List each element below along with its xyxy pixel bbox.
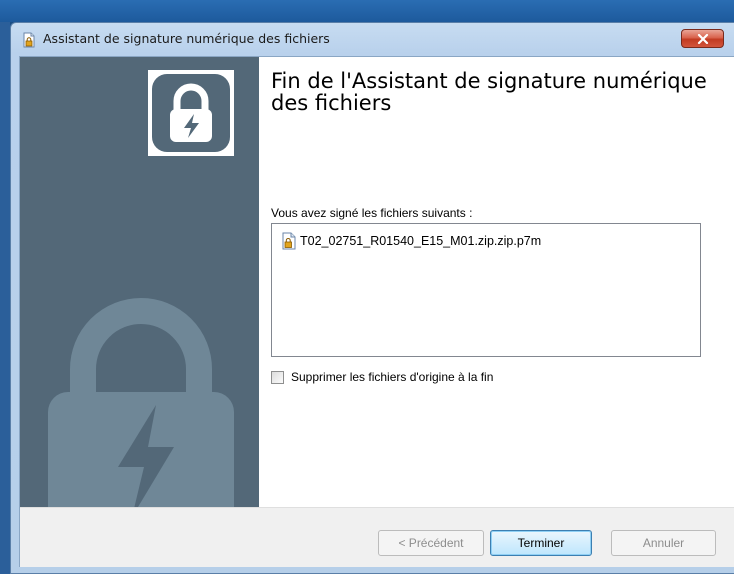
previous-button[interactable]: < Précédent bbox=[378, 530, 484, 556]
desktop-background bbox=[0, 0, 734, 22]
finish-button[interactable]: Terminer bbox=[490, 530, 592, 556]
file-name: T02_02751_R01540_E15_M01.zip.zip.p7m bbox=[300, 234, 542, 248]
window-title: Assistant de signature numérique des fic… bbox=[43, 31, 330, 46]
wizard-banner bbox=[20, 57, 259, 507]
footer-separator bbox=[20, 507, 734, 508]
cancel-button[interactable]: Annuler bbox=[611, 530, 716, 556]
files-label: Vous avez signé les fichiers suivants : bbox=[271, 206, 473, 220]
lock-lightning-icon bbox=[152, 74, 230, 152]
wizard-client-area: Fin de l'Assistant de signature numériqu… bbox=[19, 56, 734, 567]
wizard-window: Assistant de signature numérique des fic… bbox=[10, 22, 734, 574]
close-icon bbox=[697, 33, 708, 44]
delete-originals-checkbox[interactable] bbox=[271, 370, 284, 384]
list-item[interactable]: T02_02751_R01540_E15_M01.zip.zip.p7m bbox=[280, 232, 541, 250]
title-bar[interactable]: Assistant de signature numérique des fic… bbox=[11, 23, 734, 56]
delete-originals-option[interactable]: Supprimer les fichiers d'origine à la fi… bbox=[271, 369, 493, 385]
banner-logo bbox=[148, 70, 234, 156]
signed-document-icon bbox=[23, 32, 35, 48]
desktop-edge bbox=[0, 22, 10, 574]
delete-originals-label[interactable]: Supprimer les fichiers d'origine à la fi… bbox=[291, 370, 493, 384]
signed-file-icon bbox=[282, 232, 296, 250]
banner-lock-watermark bbox=[48, 298, 234, 507]
wizard-content: Fin de l'Assistant de signature numériqu… bbox=[259, 57, 734, 507]
signed-files-list[interactable]: T02_02751_R01540_E15_M01.zip.zip.p7m bbox=[271, 223, 701, 357]
page-title: Fin de l'Assistant de signature numériqu… bbox=[271, 69, 707, 115]
close-button[interactable] bbox=[681, 29, 724, 48]
